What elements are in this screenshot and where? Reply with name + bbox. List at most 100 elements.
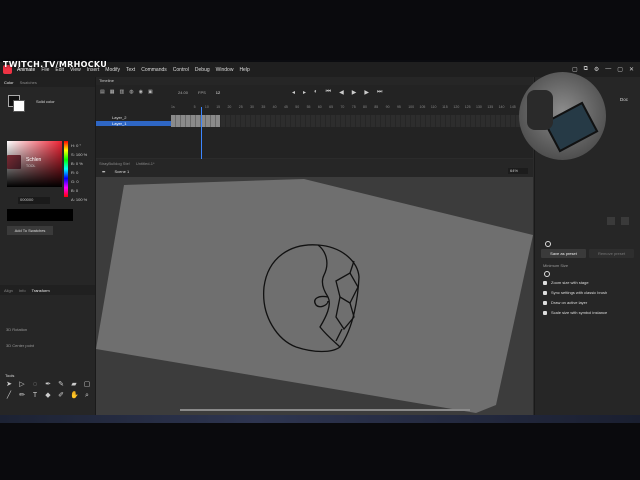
pen-tool-icon[interactable]: ✒ bbox=[44, 381, 52, 389]
figure-shape bbox=[527, 90, 553, 130]
hand-tool-icon[interactable]: ✋ bbox=[70, 392, 79, 400]
saturation-value[interactable]: S: 100 % bbox=[71, 150, 87, 159]
new-layer-icon[interactable]: ▤ bbox=[100, 89, 105, 95]
prev-keyframe-icon[interactable]: ◂ bbox=[292, 89, 295, 96]
current-frame[interactable]: 12 bbox=[216, 90, 220, 95]
menu-commands[interactable]: Commands bbox=[141, 67, 167, 73]
checkbox-icon[interactable] bbox=[543, 290, 547, 295]
scene-label[interactable]: ⬅ Scene 1 bbox=[102, 169, 129, 174]
maximize-button[interactable]: ▢ bbox=[617, 66, 623, 73]
eraser-tool-icon[interactable]: ▰ bbox=[70, 381, 78, 389]
lock-layers-icon[interactable]: ▣ bbox=[148, 89, 153, 95]
line-tool-icon[interactable]: ╱ bbox=[5, 392, 13, 400]
hex-input[interactable]: 000000 bbox=[18, 197, 50, 204]
arrange-icon[interactable]: ⧉ bbox=[584, 66, 588, 73]
workspace-icon[interactable]: ▢ bbox=[572, 66, 578, 73]
ruler-tick-label: 60 bbox=[317, 105, 322, 109]
stage-area[interactable] bbox=[96, 177, 533, 415]
fill-stroke-swatch[interactable] bbox=[8, 95, 25, 112]
delete-layer-icon[interactable]: ▥ bbox=[119, 89, 124, 95]
add-to-swatches-button[interactable]: Add To Swatches bbox=[7, 226, 53, 235]
next-keyframe-icon[interactable]: ▸ bbox=[303, 89, 306, 96]
stage-horizontal-scrollbar[interactable] bbox=[180, 409, 470, 411]
blue-value[interactable]: B: 0 bbox=[71, 186, 87, 195]
close-button[interactable]: ✕ bbox=[629, 66, 634, 73]
brush-tool-icon[interactable]: ✎ bbox=[57, 381, 65, 389]
tools-title: Tools bbox=[5, 373, 15, 378]
lasso-tool-icon[interactable]: ◌ bbox=[31, 381, 39, 389]
hue-slider[interactable] bbox=[64, 141, 68, 197]
menu-help[interactable]: Help bbox=[239, 67, 249, 73]
checkbox-zoom-size[interactable]: Zoom size with stage bbox=[543, 280, 589, 285]
play-icon[interactable]: ▶ bbox=[352, 89, 357, 96]
tab-swatches[interactable]: Swatches bbox=[20, 80, 37, 85]
size-slider-knob[interactable] bbox=[544, 271, 550, 277]
checkbox-sync-settings[interactable]: Sync settings with classic brush bbox=[543, 290, 607, 295]
window-controls: ▢ ⧉ ⚙ — ▢ ✕ bbox=[572, 66, 634, 73]
checkbox-icon[interactable] bbox=[543, 310, 547, 315]
tab-info[interactable]: Info bbox=[19, 288, 26, 293]
menu-text[interactable]: Text bbox=[126, 67, 135, 73]
back-arrow-icon[interactable]: ⬅ bbox=[102, 169, 105, 174]
remove-preset-button[interactable]: Remove preset bbox=[589, 249, 634, 258]
tab-align[interactable]: Align bbox=[4, 288, 13, 293]
highlight-layers-icon[interactable]: ◍ bbox=[129, 89, 133, 95]
checkbox-icon[interactable] bbox=[543, 280, 547, 285]
doc-tab[interactable]: Doc bbox=[620, 97, 628, 102]
checkbox-scale-symbol[interactable]: Scale size with symbol instance bbox=[543, 310, 607, 315]
alpha-value[interactable]: A: 100 % bbox=[71, 195, 87, 204]
onion-skin-icon[interactable]: ◐ bbox=[314, 89, 318, 96]
zoom-select[interactable]: 64% bbox=[508, 168, 528, 174]
frame-ruler[interactable]: 1s 5 10 15 20 25 30 35 40 45 50 55 60 65 70 75 80 85 90 95 1… bbox=[171, 105, 533, 113]
doc-tab[interactable]: StrayBulldog Ste! bbox=[99, 161, 130, 166]
hue-value[interactable]: H: 0 ° bbox=[71, 141, 87, 150]
menu-debug[interactable]: Debug bbox=[195, 67, 210, 73]
eyedropper-tool-icon[interactable]: ✐ bbox=[57, 392, 65, 400]
new-folder-icon[interactable]: ▦ bbox=[110, 89, 115, 95]
zoom-tool-icon[interactable]: ⌕ bbox=[83, 392, 91, 400]
brightness-value[interactable]: B: 0 % bbox=[71, 159, 87, 168]
stream-watermark: TWITCH.TV/MRHOCKU bbox=[3, 60, 108, 69]
canvas-board[interactable] bbox=[96, 179, 533, 413]
ruler-tick-label bbox=[182, 105, 193, 113]
fill-type-select[interactable]: Solid color bbox=[36, 99, 55, 104]
layer-name: Layer_1 bbox=[112, 121, 127, 126]
subselect-tool-icon[interactable]: ▷ bbox=[18, 381, 26, 389]
minimize-button[interactable]: — bbox=[605, 66, 611, 73]
ruler-tick-label: 110 bbox=[430, 105, 437, 109]
save-preset-button[interactable]: Save as preset bbox=[541, 249, 586, 258]
last-frame-icon[interactable]: ⏭ bbox=[377, 89, 382, 96]
pencil-tool-icon[interactable]: ✏ bbox=[18, 392, 26, 400]
tab-transform[interactable]: Transform bbox=[32, 288, 50, 293]
step-back-icon[interactable]: ◀ bbox=[339, 89, 344, 96]
step-forward-icon[interactable]: ▶ bbox=[364, 89, 369, 96]
frame-grid[interactable] bbox=[171, 115, 533, 127]
fps-unit: FPS bbox=[198, 90, 206, 95]
green-value[interactable]: G: 0 bbox=[71, 177, 87, 186]
menu-control[interactable]: Control bbox=[173, 67, 189, 73]
keyframe-span[interactable] bbox=[171, 115, 220, 127]
panel-option-icon[interactable] bbox=[621, 217, 629, 225]
bucket-tool-icon[interactable]: ◆ bbox=[44, 392, 52, 400]
color-values: H: 0 ° S: 100 % B: 0 % R: 0 G: 0 B: 0 A:… bbox=[71, 141, 87, 204]
menu-window[interactable]: Window bbox=[216, 67, 234, 73]
checkbox-label: Sync settings with classic brush bbox=[551, 290, 608, 295]
show-layers-icon[interactable]: ◉ bbox=[139, 89, 143, 95]
panel-option-icon[interactable] bbox=[607, 217, 615, 225]
checkbox-draw-active-layer[interactable]: Draw on active layer bbox=[543, 300, 587, 305]
menu-modify[interactable]: Modify bbox=[105, 67, 120, 73]
timeline-panel: Timeline ▤ ▦ ▥ ◍ ◉ ▣ 24.00 FPS 12 ◂ ▸ ◐ … bbox=[96, 77, 533, 159]
checkbox-icon[interactable] bbox=[543, 300, 547, 305]
text-tool-icon[interactable]: T bbox=[31, 392, 39, 400]
playhead[interactable] bbox=[201, 107, 202, 159]
doc-tab[interactable]: Untitled-1* bbox=[136, 161, 155, 166]
fps-value[interactable]: 24.00 bbox=[178, 90, 188, 95]
tab-color[interactable]: Color bbox=[4, 80, 14, 85]
selection-tool-icon[interactable]: ➤ bbox=[5, 381, 13, 389]
stage-canvas[interactable] bbox=[96, 177, 533, 415]
settings-icon[interactable]: ⚙ bbox=[594, 66, 599, 73]
rectangle-tool-icon[interactable]: ▢ bbox=[83, 381, 91, 389]
red-value[interactable]: R: 0 bbox=[71, 168, 87, 177]
ruler-tick-label: 15 bbox=[216, 105, 221, 109]
first-frame-icon[interactable]: ⏮ bbox=[326, 89, 331, 96]
